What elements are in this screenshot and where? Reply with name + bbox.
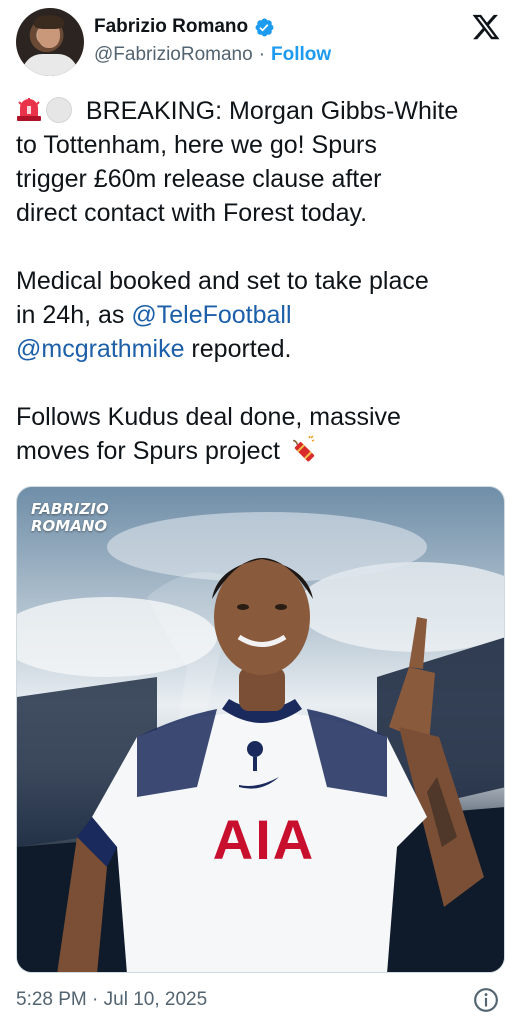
tweet-para3: Follows Kudus deal done, massive moves f… [16,403,401,465]
player-illustration [17,512,504,972]
watermark-line2: ROMANO [31,517,108,535]
author-name-row[interactable]: Fabrizio Romano [94,16,275,38]
firecracker-icon [293,435,315,462]
info-icon[interactable] [473,987,499,1013]
tweet-media-image[interactable]: FABRIZIO ROMANO AIA [16,486,505,973]
author-name[interactable]: Fabrizio Romano [94,16,248,38]
tweet-footer: 5:28 PM · Jul 10, 2025 [16,987,501,1013]
avatar[interactable] [16,8,84,76]
mention-mcgrathmike[interactable]: @mcgrathmike [16,335,184,363]
shirt-sponsor-text: AIA [212,808,316,871]
watermark-logo: FABRIZIO ROMANO [31,501,109,535]
x-logo-icon[interactable] [471,12,501,42]
author-handle[interactable]: @FabrizioRomano [94,44,253,66]
separator-dot: · [258,44,266,65]
verified-badge-icon [255,18,274,36]
tweet-text: BREAKING: Morgan Gibbs-White to Tottenha… [16,94,506,468]
tweet-header: Fabrizio Romano @FabrizioRomano · Follow [16,8,501,78]
rotating-light-icon [17,98,41,121]
follow-button[interactable]: Follow [271,44,331,66]
timestamp[interactable]: 5:28 PM · Jul 10, 2025 [16,989,207,1011]
tweet-line1-rest: to Tottenham, here we go! Spurs trigger … [16,131,382,227]
mention-telefootball[interactable]: @TeleFootball [131,301,291,329]
white-circle-icon [46,97,72,123]
tweet-para2-end: reported. [184,335,292,363]
author-handle-row: @FabrizioRomano · Follow [94,44,331,66]
tweet-line1-prefix: BREAKING: Morgan Gibbs-White [85,97,459,125]
watermark-line1: FABRIZIO [31,500,109,518]
